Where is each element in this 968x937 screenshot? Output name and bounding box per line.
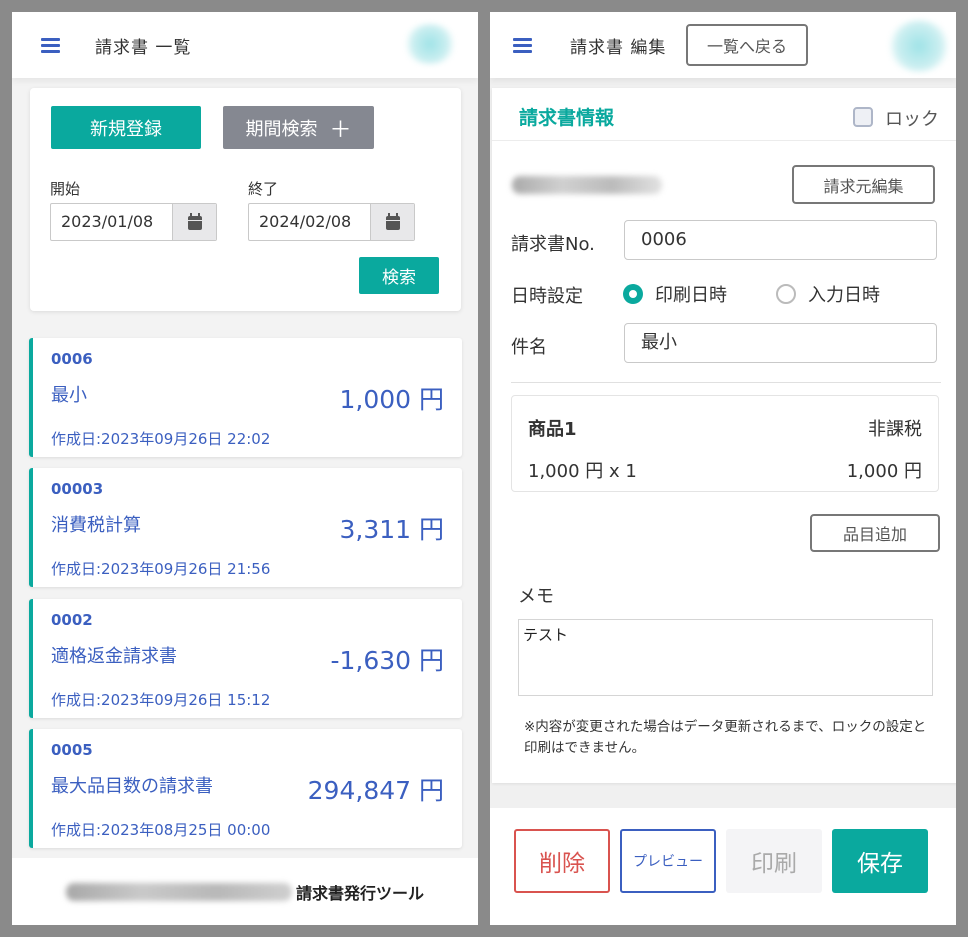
- print-datetime-radio[interactable]: [623, 284, 643, 304]
- invoice-form: 請求書情報 ロック 請求元編集 請求書No. 0006 日時設定 印刷日時 入力…: [492, 88, 956, 783]
- blurred-company-name: [65, 882, 292, 901]
- invoice-number: 0005: [51, 741, 93, 759]
- back-to-list-button[interactable]: 一覧へ戻る: [686, 24, 808, 66]
- new-invoice-button[interactable]: 新規登録: [51, 106, 201, 149]
- print-datetime-label: 印刷日時: [655, 285, 727, 306]
- item-name: 商品1: [528, 419, 577, 440]
- add-item-button[interactable]: 品目追加: [810, 514, 940, 552]
- start-date-label: 開始: [50, 180, 81, 198]
- invoice-name: 消費税計算: [51, 515, 141, 536]
- footer: 請求書発行ツール: [12, 858, 478, 925]
- input-datetime-radio[interactable]: [776, 284, 796, 304]
- invoice-name: 最大品目数の請求書: [51, 776, 213, 797]
- item-tax-type: 非課税: [868, 419, 922, 440]
- preview-button[interactable]: プレビュー: [620, 829, 716, 893]
- invoice-edit-screen: 請求書 編集 一覧へ戻る 請求書情報 ロック 請求元編集 請求書No. 0006…: [490, 12, 956, 925]
- page-title: 請求書 編集: [570, 37, 667, 58]
- period-search-label: 期間検索: [245, 118, 318, 140]
- end-date-label: 終了: [248, 180, 279, 198]
- calendar-icon[interactable]: [172, 204, 216, 240]
- print-button[interactable]: 印刷: [726, 829, 822, 893]
- invoice-list-screen: 請求書 一覧 新規登録 期間検索 ＋ 開始 2023/01/08 終了 2024…: [12, 12, 478, 925]
- invoice-amount: -1,630 円: [330, 646, 444, 675]
- footer-tool-name: 請求書発行ツール: [295, 883, 424, 903]
- search-button[interactable]: 検索: [359, 257, 439, 294]
- invoice-list-item[interactable]: 0005 最大品目数の請求書 294,847 円 作成日:2023年08月25日…: [29, 729, 462, 848]
- end-date-value[interactable]: 2024/02/08: [249, 204, 370, 240]
- invoice-amount: 1,000 円: [339, 385, 444, 414]
- avatar[interactable]: [888, 20, 950, 72]
- period-search-button[interactable]: 期間検索 ＋: [223, 106, 374, 149]
- action-bar: 削除 プレビュー 印刷 保存: [490, 808, 956, 925]
- invoice-number: 0002: [51, 611, 93, 629]
- edit-header: 請求書 編集 一覧へ戻る: [490, 12, 956, 78]
- start-date-field[interactable]: 2023/01/08: [50, 203, 217, 241]
- menu-icon[interactable]: [41, 35, 60, 56]
- search-panel: 新規登録 期間検索 ＋ 開始 2023/01/08 終了 2024/02/08 …: [30, 88, 461, 311]
- line-item[interactable]: 商品1 非課税 1,000 円 x 1 1,000 円: [511, 395, 939, 492]
- invoice-number: 0006: [51, 350, 93, 368]
- invoice-list-item[interactable]: 0006 最小 1,000 円 作成日:2023年09月26日 22:02: [29, 338, 462, 457]
- invoice-name: 適格返金請求書: [51, 646, 177, 667]
- invoice-number: 00003: [51, 480, 104, 498]
- invoice-list-item[interactable]: 00003 消費税計算 3,311 円 作成日:2023年09月26日 21:5…: [29, 468, 462, 587]
- start-date-value[interactable]: 2023/01/08: [51, 204, 172, 240]
- invoice-created-date: 作成日:2023年09月26日 21:56: [51, 560, 271, 578]
- subject-label: 件名: [511, 337, 547, 358]
- item-unit-quantity: 1,000 円 x 1: [528, 461, 637, 482]
- avatar[interactable]: [404, 24, 456, 64]
- list-header: 請求書 一覧: [12, 12, 478, 78]
- section-header: 請求書情報 ロック: [492, 88, 956, 141]
- lock-label: ロック: [885, 109, 939, 130]
- memo-label: メモ: [518, 586, 554, 607]
- invoice-created-date: 作成日:2023年09月26日 22:02: [51, 430, 271, 448]
- subject-input[interactable]: 最小: [624, 323, 937, 363]
- menu-icon[interactable]: [513, 35, 532, 56]
- save-button[interactable]: 保存: [832, 829, 928, 893]
- datetime-setting-label: 日時設定: [511, 286, 583, 307]
- memo-textarea[interactable]: テスト: [518, 619, 933, 696]
- lock-checkbox[interactable]: [853, 107, 873, 127]
- invoice-created-date: 作成日:2023年08月25日 00:00: [51, 821, 271, 839]
- delete-button[interactable]: 削除: [514, 829, 610, 893]
- invoice-no-label: 請求書No.: [511, 234, 595, 255]
- divider: [511, 382, 941, 383]
- invoice-created-date: 作成日:2023年09月26日 15:12: [51, 691, 271, 709]
- blurred-issuer-name: [512, 176, 662, 194]
- invoice-name: 最小: [51, 385, 87, 406]
- plus-icon: ＋: [329, 117, 352, 143]
- item-total: 1,000 円: [846, 461, 922, 482]
- invoice-list-item[interactable]: 0002 適格返金請求書 -1,630 円 作成日:2023年09月26日 15…: [29, 599, 462, 718]
- issuer-edit-button[interactable]: 請求元編集: [792, 165, 935, 204]
- invoice-amount: 3,311 円: [339, 515, 444, 544]
- calendar-icon[interactable]: [370, 204, 414, 240]
- invoice-no-input[interactable]: 0006: [624, 220, 937, 260]
- page-title: 請求書 一覧: [95, 37, 192, 58]
- notice-line-1: ※内容が変更された場合はデータ更新されるまで、ロックの設定と: [524, 719, 927, 735]
- update-notice: ※内容が変更された場合はデータ更新されるまで、ロックの設定と 印刷はできません。: [524, 717, 956, 759]
- notice-line-2: 印刷はできません。: [524, 740, 646, 756]
- end-date-field[interactable]: 2024/02/08: [248, 203, 415, 241]
- input-datetime-label: 入力日時: [808, 285, 880, 306]
- invoice-amount: 294,847 円: [307, 776, 444, 805]
- section-title: 請求書情報: [519, 107, 615, 129]
